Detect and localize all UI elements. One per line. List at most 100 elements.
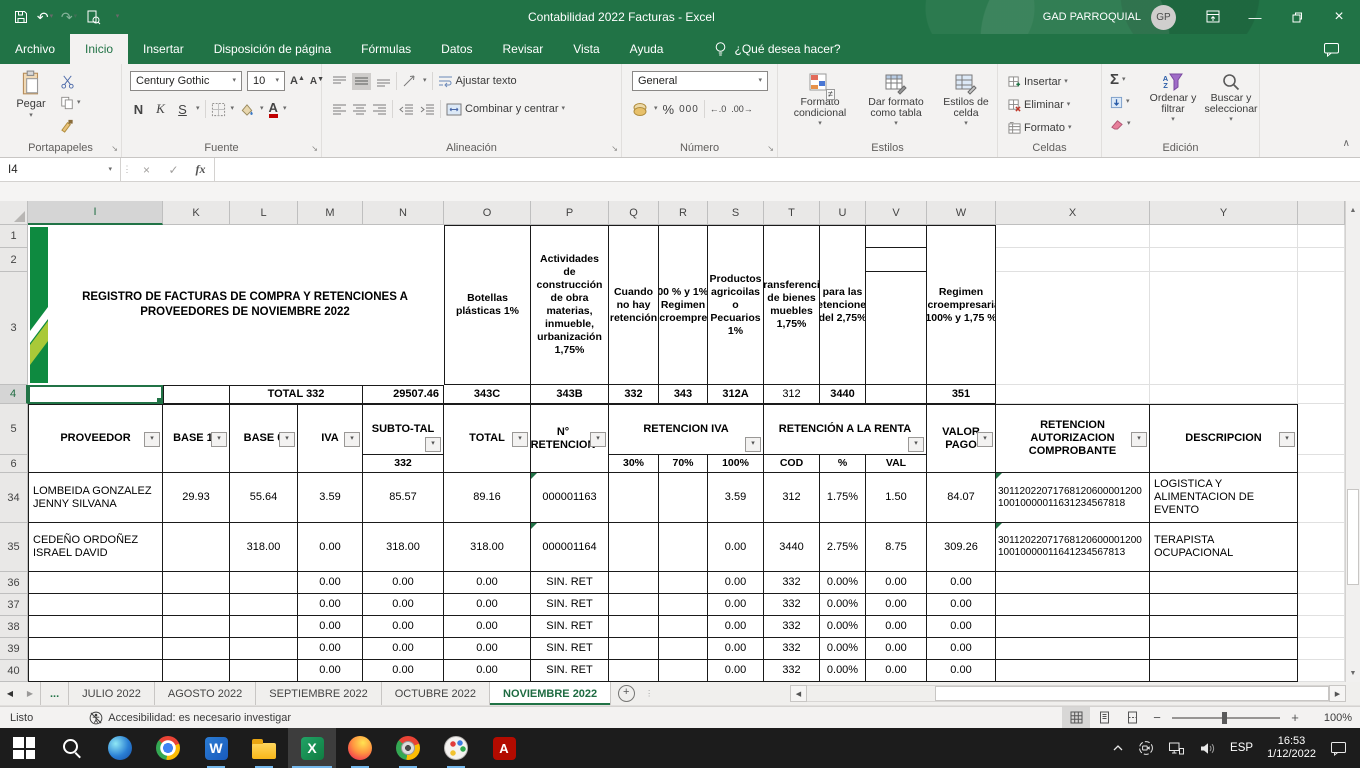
cell[interactable] xyxy=(996,385,1150,404)
align-left-icon[interactable] xyxy=(332,103,347,116)
cell[interactable] xyxy=(659,616,708,638)
cell[interactable] xyxy=(230,572,298,594)
cell-total[interactable]: 0.00 xyxy=(444,594,531,616)
menu-tab[interactable]: Inicio xyxy=(70,34,128,64)
taskbar-app[interactable] xyxy=(336,728,384,768)
increase-font-button[interactable]: A▲ xyxy=(290,75,305,87)
cell[interactable] xyxy=(1298,616,1345,638)
cell-pct[interactable]: 0.00% xyxy=(820,616,866,638)
cell-valor-pago[interactable]: 0.00 xyxy=(927,660,996,682)
delete-cells-button[interactable]: Eliminar▾ xyxy=(1008,96,1070,114)
cell-note-retenciones[interactable]: para las retenciones del 2,75% xyxy=(820,225,866,385)
minimize-button[interactable]: — xyxy=(1234,0,1276,34)
cell-ret30[interactable] xyxy=(609,473,659,523)
column-header[interactable]: N xyxy=(363,201,444,225)
align-center-icon[interactable] xyxy=(352,103,367,116)
cell[interactable] xyxy=(866,225,927,248)
orientation-icon[interactable] xyxy=(402,74,418,88)
cell[interactable] xyxy=(163,385,230,404)
row-header[interactable]: 38 xyxy=(0,616,28,638)
cell-num-retencion[interactable]: 000001164 xyxy=(531,523,609,572)
cell-valor-pago[interactable]: 84.07 xyxy=(927,473,996,523)
cell-cod[interactable]: 3440 xyxy=(764,523,820,572)
cell-val[interactable]: 0.00 xyxy=(866,660,927,682)
menu-tab[interactable]: Vista xyxy=(558,34,614,64)
find-select-button[interactable]: Buscar y seleccionar ▾ xyxy=(1204,72,1258,124)
header-30[interactable]: 30% xyxy=(609,455,659,473)
number-format-select[interactable]: General▾ xyxy=(632,71,768,91)
cell-base12[interactable] xyxy=(163,523,230,572)
cell-note-botellas[interactable]: Botellas plásticas 1% xyxy=(444,225,531,385)
row-header[interactable]: 3 xyxy=(0,272,28,385)
cell-ret100[interactable]: 0.00 xyxy=(708,594,764,616)
vertical-scrollbar[interactable]: ▲ ▼ xyxy=(1345,201,1360,682)
insert-cells-button[interactable]: Insertar▾ xyxy=(1008,73,1068,91)
view-page-break-button[interactable] xyxy=(1118,707,1146,728)
hscroll-thumb[interactable] xyxy=(935,686,1329,701)
cell[interactable] xyxy=(230,660,298,682)
cell[interactable] xyxy=(28,616,163,638)
cell[interactable] xyxy=(1298,594,1345,616)
column-header[interactable]: R xyxy=(659,201,708,225)
qat-customize-button[interactable]: ▾ xyxy=(106,5,128,29)
zoom-level[interactable]: 100% xyxy=(1306,712,1352,724)
cell-ret100[interactable]: 0.00 xyxy=(708,616,764,638)
header-subtotal-code[interactable]: 332 xyxy=(363,455,444,473)
cell[interactable] xyxy=(996,594,1150,616)
taskbar-app[interactable] xyxy=(432,728,480,768)
zoom-in-button[interactable]: + xyxy=(1284,710,1306,725)
save-button[interactable] xyxy=(10,5,32,29)
cell-cod[interactable]: 332 xyxy=(764,616,820,638)
conditional-formatting-button[interactable]: ≠ Formato condicional ▾ xyxy=(782,72,858,128)
cell-ret70[interactable] xyxy=(659,473,708,523)
cell-cod[interactable]: 332 xyxy=(764,594,820,616)
increase-decimal-button[interactable]: ←.0 xyxy=(710,104,727,114)
new-sheet-button[interactable]: + xyxy=(611,682,641,705)
filter-button[interactable]: ▾ xyxy=(512,432,528,447)
formula-input[interactable] xyxy=(214,158,1360,181)
cell[interactable] xyxy=(230,638,298,660)
percent-style-button[interactable]: % xyxy=(663,102,675,117)
cell[interactable] xyxy=(230,594,298,616)
clear-button[interactable]: ▾ xyxy=(1110,115,1131,133)
cell[interactable] xyxy=(1298,572,1345,594)
filter-button[interactable]: ▾ xyxy=(590,432,606,447)
row-header[interactable]: 40 xyxy=(0,660,28,682)
filter-button[interactable]: ▾ xyxy=(977,432,993,447)
format-painter-button[interactable] xyxy=(60,116,75,134)
cell[interactable] xyxy=(1298,272,1345,385)
cell-val[interactable]: 0.00 xyxy=(866,594,927,616)
cell[interactable] xyxy=(996,225,1150,248)
cell-pct[interactable]: 0.00% xyxy=(820,572,866,594)
cell[interactable] xyxy=(1150,594,1298,616)
cell-code-312a[interactable]: 312A xyxy=(708,385,764,404)
cell-subtotal[interactable]: 0.00 xyxy=(363,572,444,594)
cell-total[interactable]: 318.00 xyxy=(444,523,531,572)
tab-splitter[interactable]: ⋮ xyxy=(641,682,657,705)
row-header[interactable]: 37 xyxy=(0,594,28,616)
column-header[interactable]: I xyxy=(28,201,163,225)
cell[interactable] xyxy=(1298,473,1345,523)
cell-base0[interactable]: 318.00 xyxy=(230,523,298,572)
cell-code-312[interactable]: 312 xyxy=(764,385,820,404)
cell-iva[interactable]: 0.00 xyxy=(298,594,363,616)
column-header[interactable]: T xyxy=(764,201,820,225)
cell[interactable] xyxy=(659,572,708,594)
menu-tab[interactable]: Fórmulas xyxy=(346,34,426,64)
cell-num-retencion[interactable]: 000001163 xyxy=(531,473,609,523)
language-indicator[interactable]: ESP xyxy=(1223,742,1260,754)
cell[interactable] xyxy=(1298,455,1345,473)
cell-valor-pago[interactable]: 309.26 xyxy=(927,523,996,572)
sheet-tab-overflow[interactable]: ... xyxy=(40,682,69,705)
cell[interactable] xyxy=(1298,638,1345,660)
header-val[interactable]: VAL xyxy=(866,455,927,473)
cell-iva[interactable]: 0.00 xyxy=(298,572,363,594)
cell-autorizacion[interactable]: 3011202207176812060000120010010000011641… xyxy=(996,523,1150,572)
sheet-nav-left[interactable]: ◀ xyxy=(0,682,20,705)
cell-iva[interactable]: 0.00 xyxy=(298,638,363,660)
font-size-select[interactable]: 10▾ xyxy=(247,71,285,91)
header-total[interactable]: TOTAL ▾ xyxy=(444,404,531,473)
cell-total[interactable]: 0.00 xyxy=(444,616,531,638)
cell-styles-button[interactable]: Estilos de celda ▾ xyxy=(934,72,998,128)
cell-num-retencion[interactable]: SIN. RET xyxy=(531,616,609,638)
